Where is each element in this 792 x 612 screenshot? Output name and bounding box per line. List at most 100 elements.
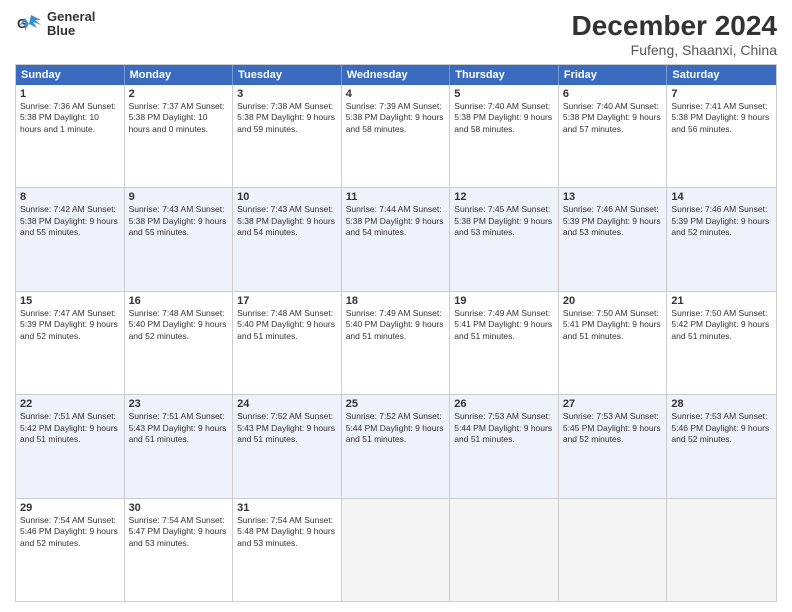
- day-info: Sunrise: 7:46 AM Sunset: 5:39 PM Dayligh…: [671, 204, 772, 238]
- calendar-cell: 18Sunrise: 7:49 AM Sunset: 5:40 PM Dayli…: [342, 292, 451, 394]
- day-number: 6: [563, 88, 663, 100]
- day-number: 3: [237, 88, 337, 100]
- calendar-cell: 10Sunrise: 7:43 AM Sunset: 5:38 PM Dayli…: [233, 188, 342, 290]
- day-number: 4: [346, 88, 446, 100]
- calendar-cell: 21Sunrise: 7:50 AM Sunset: 5:42 PM Dayli…: [667, 292, 776, 394]
- day-number: 19: [454, 295, 554, 307]
- calendar-cell: 29Sunrise: 7:54 AM Sunset: 5:46 PM Dayli…: [16, 499, 125, 601]
- day-number: 28: [671, 398, 772, 410]
- calendar-cell: 5Sunrise: 7:40 AM Sunset: 5:38 PM Daylig…: [450, 85, 559, 187]
- day-info: Sunrise: 7:48 AM Sunset: 5:40 PM Dayligh…: [129, 308, 229, 342]
- day-info: Sunrise: 7:54 AM Sunset: 5:47 PM Dayligh…: [129, 515, 229, 549]
- day-info: Sunrise: 7:43 AM Sunset: 5:38 PM Dayligh…: [129, 204, 229, 238]
- day-info: Sunrise: 7:53 AM Sunset: 5:44 PM Dayligh…: [454, 411, 554, 445]
- day-number: 8: [20, 191, 120, 203]
- calendar-cell: 30Sunrise: 7:54 AM Sunset: 5:47 PM Dayli…: [125, 499, 234, 601]
- day-info: Sunrise: 7:51 AM Sunset: 5:43 PM Dayligh…: [129, 411, 229, 445]
- day-number: 15: [20, 295, 120, 307]
- calendar-row: 1Sunrise: 7:36 AM Sunset: 5:38 PM Daylig…: [16, 85, 776, 188]
- day-number: 13: [563, 191, 663, 203]
- calendar-cell: 17Sunrise: 7:48 AM Sunset: 5:40 PM Dayli…: [233, 292, 342, 394]
- day-info: Sunrise: 7:43 AM Sunset: 5:38 PM Dayligh…: [237, 204, 337, 238]
- day-number: 23: [129, 398, 229, 410]
- calendar-cell: 26Sunrise: 7:53 AM Sunset: 5:44 PM Dayli…: [450, 395, 559, 497]
- day-number: 5: [454, 88, 554, 100]
- day-number: 7: [671, 88, 772, 100]
- day-number: 16: [129, 295, 229, 307]
- calendar-cell: 3Sunrise: 7:38 AM Sunset: 5:38 PM Daylig…: [233, 85, 342, 187]
- calendar-cell: 22Sunrise: 7:51 AM Sunset: 5:42 PM Dayli…: [16, 395, 125, 497]
- calendar-cell: 8Sunrise: 7:42 AM Sunset: 5:38 PM Daylig…: [16, 188, 125, 290]
- day-number: 20: [563, 295, 663, 307]
- day-number: 2: [129, 88, 229, 100]
- day-info: Sunrise: 7:40 AM Sunset: 5:38 PM Dayligh…: [454, 101, 554, 135]
- day-info: Sunrise: 7:53 AM Sunset: 5:45 PM Dayligh…: [563, 411, 663, 445]
- calendar-header: Sunday Monday Tuesday Wednesday Thursday…: [16, 65, 776, 85]
- logo: G General Blue: [15, 10, 95, 39]
- day-number: 12: [454, 191, 554, 203]
- dow-tuesday: Tuesday: [233, 65, 342, 85]
- calendar-row: 29Sunrise: 7:54 AM Sunset: 5:46 PM Dayli…: [16, 499, 776, 601]
- calendar-cell: 7Sunrise: 7:41 AM Sunset: 5:38 PM Daylig…: [667, 85, 776, 187]
- calendar-cell: 19Sunrise: 7:49 AM Sunset: 5:41 PM Dayli…: [450, 292, 559, 394]
- day-number: 29: [20, 502, 120, 514]
- day-info: Sunrise: 7:54 AM Sunset: 5:46 PM Dayligh…: [20, 515, 120, 549]
- calendar-cell: [450, 499, 559, 601]
- calendar-title: December 2024: [572, 10, 777, 42]
- day-info: Sunrise: 7:48 AM Sunset: 5:40 PM Dayligh…: [237, 308, 337, 342]
- calendar-cell: 31Sunrise: 7:54 AM Sunset: 5:48 PM Dayli…: [233, 499, 342, 601]
- calendar-cell: 24Sunrise: 7:52 AM Sunset: 5:43 PM Dayli…: [233, 395, 342, 497]
- logo-icon: G: [15, 10, 43, 38]
- day-number: 26: [454, 398, 554, 410]
- day-info: Sunrise: 7:52 AM Sunset: 5:43 PM Dayligh…: [237, 411, 337, 445]
- day-number: 17: [237, 295, 337, 307]
- page: G General Blue December 2024 Fufeng, Sha…: [0, 0, 792, 612]
- calendar-body: 1Sunrise: 7:36 AM Sunset: 5:38 PM Daylig…: [16, 85, 776, 601]
- day-info: Sunrise: 7:50 AM Sunset: 5:41 PM Dayligh…: [563, 308, 663, 342]
- header: G General Blue December 2024 Fufeng, Sha…: [15, 10, 777, 58]
- dow-thursday: Thursday: [450, 65, 559, 85]
- calendar-cell: [342, 499, 451, 601]
- day-number: 11: [346, 191, 446, 203]
- day-number: 9: [129, 191, 229, 203]
- day-info: Sunrise: 7:37 AM Sunset: 5:38 PM Dayligh…: [129, 101, 229, 135]
- day-number: 25: [346, 398, 446, 410]
- day-info: Sunrise: 7:54 AM Sunset: 5:48 PM Dayligh…: [237, 515, 337, 549]
- day-number: 27: [563, 398, 663, 410]
- dow-sunday: Sunday: [16, 65, 125, 85]
- calendar-cell: 11Sunrise: 7:44 AM Sunset: 5:38 PM Dayli…: [342, 188, 451, 290]
- day-info: Sunrise: 7:50 AM Sunset: 5:42 PM Dayligh…: [671, 308, 772, 342]
- logo-line1: General: [47, 10, 95, 24]
- logo-text: General Blue: [47, 10, 95, 39]
- calendar-cell: 13Sunrise: 7:46 AM Sunset: 5:39 PM Dayli…: [559, 188, 668, 290]
- day-info: Sunrise: 7:49 AM Sunset: 5:41 PM Dayligh…: [454, 308, 554, 342]
- calendar-row: 8Sunrise: 7:42 AM Sunset: 5:38 PM Daylig…: [16, 188, 776, 291]
- day-number: 18: [346, 295, 446, 307]
- day-info: Sunrise: 7:36 AM Sunset: 5:38 PM Dayligh…: [20, 101, 120, 135]
- day-number: 30: [129, 502, 229, 514]
- calendar-cell: 20Sunrise: 7:50 AM Sunset: 5:41 PM Dayli…: [559, 292, 668, 394]
- calendar-cell: 9Sunrise: 7:43 AM Sunset: 5:38 PM Daylig…: [125, 188, 234, 290]
- calendar-cell: 4Sunrise: 7:39 AM Sunset: 5:38 PM Daylig…: [342, 85, 451, 187]
- day-info: Sunrise: 7:45 AM Sunset: 5:38 PM Dayligh…: [454, 204, 554, 238]
- calendar: Sunday Monday Tuesday Wednesday Thursday…: [15, 64, 777, 602]
- calendar-cell: 23Sunrise: 7:51 AM Sunset: 5:43 PM Dayli…: [125, 395, 234, 497]
- calendar-cell: 14Sunrise: 7:46 AM Sunset: 5:39 PM Dayli…: [667, 188, 776, 290]
- day-number: 31: [237, 502, 337, 514]
- day-info: Sunrise: 7:39 AM Sunset: 5:38 PM Dayligh…: [346, 101, 446, 135]
- calendar-row: 22Sunrise: 7:51 AM Sunset: 5:42 PM Dayli…: [16, 395, 776, 498]
- calendar-cell: [559, 499, 668, 601]
- day-number: 10: [237, 191, 337, 203]
- calendar-cell: 25Sunrise: 7:52 AM Sunset: 5:44 PM Dayli…: [342, 395, 451, 497]
- day-info: Sunrise: 7:53 AM Sunset: 5:46 PM Dayligh…: [671, 411, 772, 445]
- calendar-cell: 6Sunrise: 7:40 AM Sunset: 5:38 PM Daylig…: [559, 85, 668, 187]
- day-number: 1: [20, 88, 120, 100]
- calendar-cell: 2Sunrise: 7:37 AM Sunset: 5:38 PM Daylig…: [125, 85, 234, 187]
- day-number: 24: [237, 398, 337, 410]
- day-info: Sunrise: 7:49 AM Sunset: 5:40 PM Dayligh…: [346, 308, 446, 342]
- day-info: Sunrise: 7:52 AM Sunset: 5:44 PM Dayligh…: [346, 411, 446, 445]
- day-info: Sunrise: 7:42 AM Sunset: 5:38 PM Dayligh…: [20, 204, 120, 238]
- dow-friday: Friday: [559, 65, 668, 85]
- calendar-cell: 16Sunrise: 7:48 AM Sunset: 5:40 PM Dayli…: [125, 292, 234, 394]
- logo-line2: Blue: [47, 24, 95, 38]
